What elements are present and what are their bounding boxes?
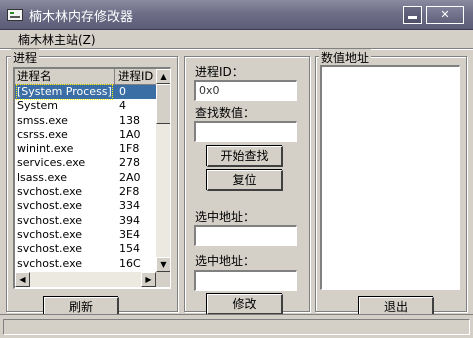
table-row[interactable]: svchost.exe 154 bbox=[15, 242, 156, 256]
menu-divider bbox=[0, 48, 473, 50]
process-name-cell: svchost.exe bbox=[17, 242, 83, 256]
table-row[interactable]: svchost.exe 394 bbox=[15, 214, 156, 228]
process-name-cell: System bbox=[17, 99, 59, 113]
title-bar[interactable]: 楠木林内存修改器 ✕ bbox=[0, 0, 473, 30]
table-row[interactable]: svchost.exe 16C bbox=[15, 257, 156, 271]
process-id-cell: 138 bbox=[119, 113, 140, 127]
search-value-label: 查找数值： bbox=[195, 106, 256, 120]
table-row[interactable]: smss.exe 138 bbox=[15, 114, 156, 128]
process-name-cell: svchost.exe bbox=[17, 256, 83, 270]
window-title: 楠木林内存修改器 bbox=[29, 10, 134, 25]
process-id-cell: 154 bbox=[119, 242, 140, 256]
selected-address-field-1[interactable] bbox=[194, 225, 297, 246]
menu-bar: 楠木林主站(Z) bbox=[0, 30, 473, 48]
table-row[interactable]: System 4 bbox=[15, 99, 156, 113]
vertical-scrollbar[interactable]: ▲ ▼ bbox=[156, 69, 170, 272]
scroll-right-icon[interactable]: ▶ bbox=[141, 272, 156, 287]
address-group-label: 数值地址 bbox=[319, 49, 372, 66]
start-search-button[interactable]: 开始查找 bbox=[207, 146, 283, 167]
minimize-icon bbox=[408, 16, 417, 19]
search-value-field[interactable] bbox=[194, 121, 297, 142]
table-row[interactable]: lsass.exe 2A0 bbox=[15, 171, 156, 185]
table-row[interactable]: svchost.exe 334 bbox=[15, 199, 156, 213]
table-row[interactable]: csrss.exe 1A0 bbox=[15, 128, 156, 142]
reset-button[interactable]: 复位 bbox=[207, 170, 283, 191]
address-list[interactable] bbox=[320, 65, 460, 290]
process-rows: [System Process] 0 System 4 smss.exe 138 csrss… bbox=[15, 84, 156, 271]
pid-label: 进程ID： bbox=[195, 65, 244, 79]
scroll-up-icon[interactable]: ▲ bbox=[156, 69, 170, 84]
process-id-cell: 278 bbox=[119, 156, 140, 170]
process-id-cell: 3E4 bbox=[119, 227, 140, 241]
scroll-thumb[interactable] bbox=[156, 84, 170, 124]
modify-button[interactable]: 修改 bbox=[207, 294, 283, 315]
table-row[interactable]: [System Process] 0 bbox=[15, 84, 156, 100]
close-icon: ✕ bbox=[440, 8, 450, 21]
process-list-header: 进程名 进程ID bbox=[15, 69, 156, 85]
table-row[interactable]: svchost.exe 3E4 bbox=[15, 228, 156, 242]
process-id-cell: 2F8 bbox=[119, 185, 140, 199]
process-id-cell: 0 bbox=[119, 85, 126, 98]
scroll-left-icon[interactable]: ◀ bbox=[15, 272, 30, 287]
process-name-cell: csrss.exe bbox=[17, 127, 68, 141]
process-id-cell: 4 bbox=[119, 99, 126, 113]
process-name-cell: [System Process] bbox=[16, 84, 113, 100]
process-id-cell: 334 bbox=[119, 199, 140, 213]
selected-address-field-2[interactable] bbox=[194, 270, 297, 291]
process-name-cell: lsass.exe bbox=[17, 170, 67, 184]
process-name-cell: svchost.exe bbox=[17, 199, 83, 213]
process-list[interactable]: 进程名 进程ID [System Process] 0 System 4 smss.ex… bbox=[13, 67, 171, 289]
column-header-id[interactable]: 进程ID bbox=[115, 69, 156, 85]
process-id-cell: 1F8 bbox=[119, 142, 140, 156]
horizontal-scrollbar[interactable]: ◀ ▶ bbox=[15, 272, 156, 287]
process-name-cell: services.exe bbox=[17, 156, 86, 170]
close-button[interactable]: ✕ bbox=[426, 6, 464, 24]
minimize-button[interactable] bbox=[403, 6, 422, 24]
menu-item-main-site[interactable]: 楠木林主站(Z) bbox=[18, 31, 96, 48]
process-id-cell: 394 bbox=[119, 213, 140, 227]
table-row[interactable]: services.exe 278 bbox=[15, 156, 156, 170]
status-pane bbox=[3, 319, 470, 335]
process-name-cell: svchost.exe bbox=[17, 185, 83, 199]
scroll-down-icon[interactable]: ▼ bbox=[156, 257, 170, 272]
process-id-cell: 1A0 bbox=[119, 127, 141, 141]
process-group-label: 进程 bbox=[11, 49, 40, 66]
table-row[interactable]: winint.exe 1F8 bbox=[15, 142, 156, 156]
scrollbar-corner bbox=[156, 272, 170, 287]
status-bar bbox=[0, 314, 473, 338]
column-header-name[interactable]: 进程名 bbox=[15, 69, 115, 85]
process-name-cell: winint.exe bbox=[17, 142, 74, 156]
process-id-cell: 16C bbox=[119, 256, 141, 270]
selected-address-label-2: 选中地址： bbox=[195, 254, 256, 268]
process-name-cell: smss.exe bbox=[17, 113, 68, 127]
process-id-cell: 2A0 bbox=[119, 170, 141, 184]
process-name-cell: svchost.exe bbox=[17, 213, 83, 227]
process-name-cell: svchost.exe bbox=[17, 227, 83, 241]
pid-field[interactable]: 0x0 bbox=[194, 80, 297, 101]
selected-address-label-1: 选中地址： bbox=[195, 210, 256, 224]
table-row[interactable]: svchost.exe 2F8 bbox=[15, 185, 156, 199]
app-icon bbox=[7, 9, 23, 21]
